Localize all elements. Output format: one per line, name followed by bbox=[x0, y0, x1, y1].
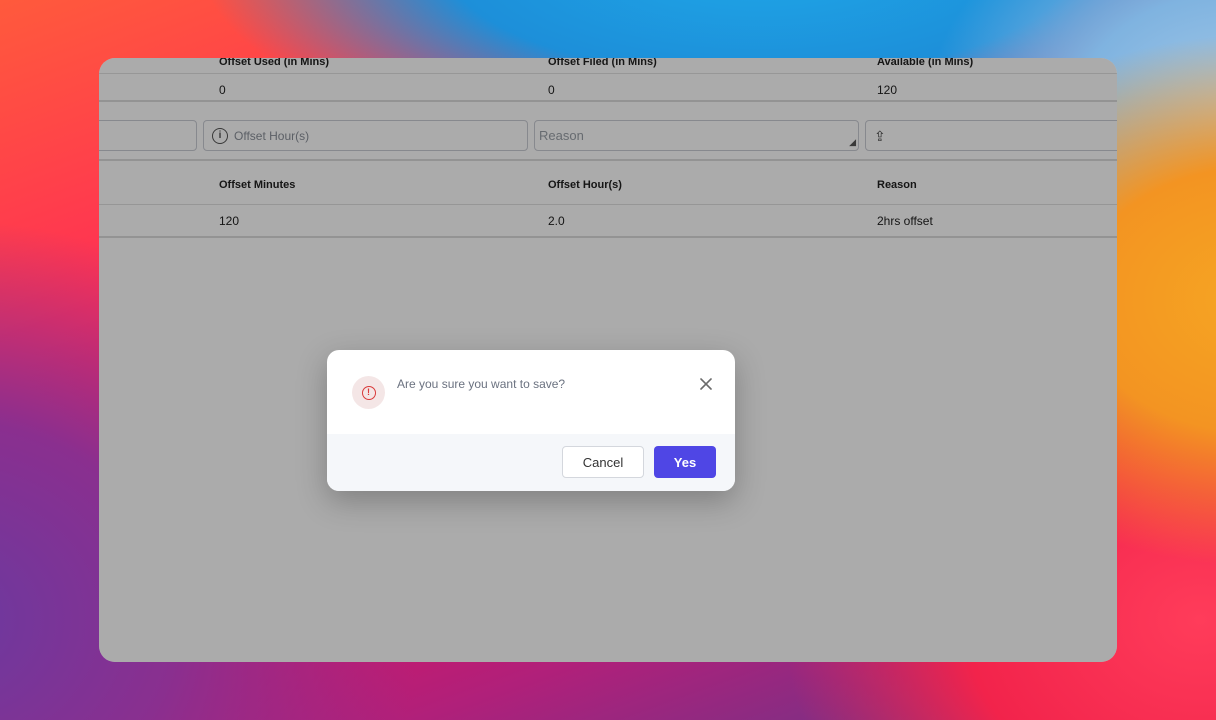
cancel-button[interactable]: Cancel bbox=[562, 446, 644, 478]
warning-icon: ! bbox=[352, 376, 385, 409]
dialog-message: Are you sure you want to save? bbox=[397, 377, 566, 391]
yes-button[interactable]: Yes bbox=[654, 446, 716, 478]
close-icon[interactable] bbox=[695, 373, 717, 395]
dialog-footer: Cancel Yes bbox=[327, 434, 735, 491]
confirm-dialog: ! Are you sure you want to save? Cancel … bbox=[327, 350, 735, 491]
